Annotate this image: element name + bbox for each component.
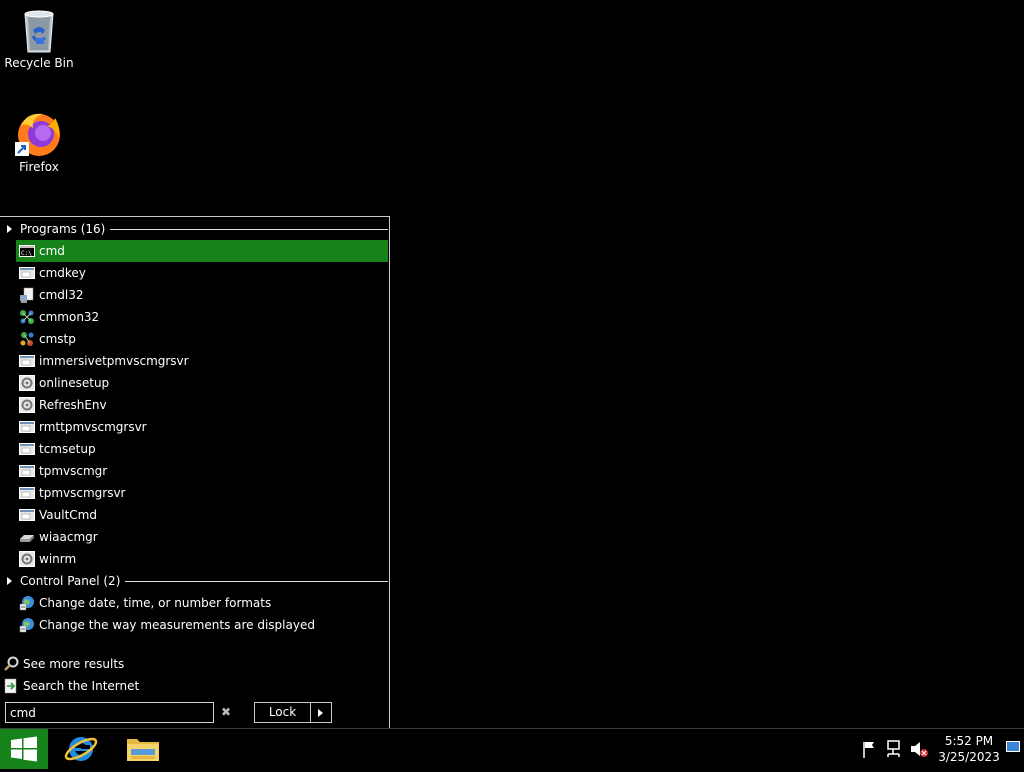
chevron-right-icon	[318, 709, 323, 717]
search-internet-link[interactable]: Search the Internet	[3, 675, 139, 697]
network-icon[interactable]	[884, 729, 904, 769]
network-doc-icon	[20, 287, 34, 303]
gear-app-icon	[19, 375, 35, 391]
program-item-cmdl32[interactable]: cmdl32	[16, 284, 388, 306]
program-label: VaultCmd	[39, 508, 97, 522]
window-app-icon	[19, 509, 35, 521]
volume-muted-icon[interactable]	[908, 729, 930, 769]
program-label: cmdl32	[39, 288, 84, 302]
clock-time: 5:52 PM	[944, 734, 994, 748]
program-item-tpmvscmgr[interactable]: tpmvscmgr	[16, 460, 388, 482]
taskbar: 5:52 PM 3/25/2023	[0, 728, 1024, 769]
search-icon	[4, 656, 19, 671]
program-label: immersivetpmvscmgrsvr	[39, 354, 189, 368]
program-item-cmmon32[interactable]: cmmon32	[16, 306, 388, 328]
program-item-winrm[interactable]: winrm	[16, 548, 388, 570]
window-app-icon	[19, 487, 35, 499]
window-app-icon	[19, 421, 35, 433]
section-divider	[110, 228, 388, 230]
connection-manager-icon	[20, 310, 34, 324]
control-panel-label: Change the way measurements are displaye…	[39, 618, 315, 632]
firefox-label: Firefox	[19, 160, 59, 174]
section-divider	[125, 580, 388, 582]
desktop-icon-firefox[interactable]: Firefox	[1, 110, 77, 174]
internet-explorer-icon	[64, 737, 98, 761]
program-item-rmttpmvscmgrsvr[interactable]: rmttpmvscmgrsvr	[16, 416, 388, 438]
program-item-onlinesetup[interactable]: onlinesetup	[16, 372, 388, 394]
clear-search-icon[interactable]: ✖	[220, 706, 232, 718]
gear-app-icon	[19, 551, 35, 567]
lock-button[interactable]: Lock	[254, 702, 311, 723]
expand-triangle-icon	[7, 225, 12, 233]
internet-search-icon	[4, 678, 17, 694]
program-label: tpmvscmgr	[39, 464, 108, 478]
action-center-flag-icon[interactable]	[860, 729, 880, 769]
program-item-immersivetpmvscmgrsvr[interactable]: immersivetpmvscmgrsvr	[16, 350, 388, 372]
programs-section-label: Programs (16)	[20, 222, 106, 236]
recycle-bin-icon	[24, 10, 54, 53]
show-desktop-icon[interactable]	[1006, 741, 1020, 753]
program-label: winrm	[39, 552, 77, 566]
window-app-icon	[19, 443, 35, 455]
lock-options-button[interactable]	[311, 702, 332, 723]
windows-logo-icon	[11, 736, 37, 762]
region-globe-icon	[19, 618, 34, 633]
search-input[interactable]	[5, 702, 214, 723]
taskbar-internet-explorer[interactable]	[52, 729, 112, 769]
program-label: tpmvscmgrsvr	[39, 486, 126, 500]
program-item-refreshenv[interactable]: RefreshEnv	[16, 394, 388, 416]
see-more-results-label: See more results	[23, 657, 125, 671]
control-panel-item-date-time-formats[interactable]: Change date, time, or number formats	[16, 592, 388, 614]
gear-app-icon	[19, 397, 35, 413]
expand-triangle-icon	[7, 577, 12, 585]
window-app-icon	[19, 465, 35, 477]
programs-section-header[interactable]: Programs (16)	[0, 218, 389, 240]
recycle-bin-label: Recycle Bin	[4, 56, 74, 70]
program-label: cmdkey	[39, 266, 86, 280]
console-icon: C:\	[19, 245, 35, 257]
program-item-cmd[interactable]: C:\ cmd	[16, 240, 388, 262]
program-item-wiaacmgr[interactable]: wiaacmgr	[16, 526, 388, 548]
taskbar-file-explorer[interactable]	[113, 729, 173, 769]
program-item-vaultcmd[interactable]: VaultCmd	[16, 504, 388, 526]
program-label: tcmsetup	[39, 442, 96, 456]
search-internet-label: Search the Internet	[23, 679, 140, 693]
window-app-icon	[19, 355, 35, 367]
connection-manager-icon	[20, 332, 34, 346]
region-globe-icon	[19, 596, 34, 611]
see-more-results-link[interactable]: See more results	[3, 653, 124, 675]
start-button[interactable]	[0, 729, 48, 769]
desktop-icon-recycle-bin[interactable]: Recycle Bin	[1, 6, 77, 70]
firefox-icon	[15, 113, 60, 156]
clock-date: 3/25/2023	[938, 750, 1000, 764]
program-label: onlinesetup	[39, 376, 110, 390]
scanner-icon	[20, 535, 34, 542]
program-label: RefreshEnv	[39, 398, 107, 412]
folder-icon	[127, 739, 159, 761]
program-item-cmdkey[interactable]: cmdkey	[16, 262, 388, 284]
control-panel-section-label: Control Panel (2)	[20, 574, 121, 588]
program-label: cmd	[39, 244, 65, 258]
program-label: wiaacmgr	[39, 530, 98, 544]
program-label: rmttpmvscmgrsvr	[39, 420, 147, 434]
start-menu-panel: Programs (16) C:\ cmd cmdkey cmdl32 cmmo…	[0, 216, 390, 728]
svg-text:C:\: C:\	[21, 250, 32, 257]
control-panel-item-measurements[interactable]: Change the way measurements are displaye…	[16, 614, 388, 636]
control-panel-section-header[interactable]: Control Panel (2)	[0, 570, 389, 592]
program-item-cmstp[interactable]: cmstp	[16, 328, 388, 350]
program-item-tcmsetup[interactable]: tcmsetup	[16, 438, 388, 460]
window-app-icon	[19, 267, 35, 279]
control-panel-label: Change date, time, or number formats	[39, 596, 272, 610]
program-label: cmstp	[39, 332, 76, 346]
program-item-tpmvscmgrsvr[interactable]: tpmvscmgrsvr	[16, 482, 388, 504]
system-clock[interactable]: 5:52 PM 3/25/2023	[936, 733, 1002, 765]
program-label: cmmon32	[39, 310, 100, 324]
